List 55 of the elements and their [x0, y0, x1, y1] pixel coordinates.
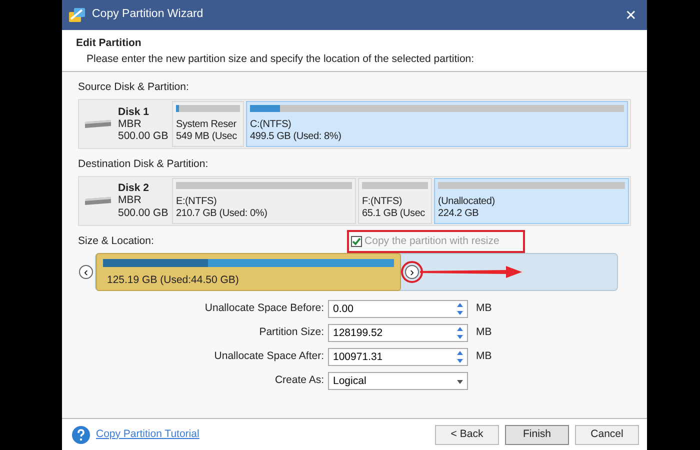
field-label: Unallocate Space After:: [213, 349, 325, 364]
field-label: Create As:: [274, 373, 325, 388]
partition-size: 125.19 GB (Used:44.50 GB): [107, 273, 239, 288]
spinner-icon[interactable]: [454, 301, 466, 318]
wizard-button[interactable]: Finish: [505, 424, 569, 444]
partition-size: 65.1 GB (Usec: [362, 208, 426, 220]
field-label: Partition Size:: [258, 325, 325, 340]
partition-name: (Unallocated): [438, 196, 496, 208]
partition-size: 210.7 GB (Used: 0%): [176, 208, 268, 220]
section-title: Edit Partition: [76, 36, 142, 51]
disk-size: 500.00 GB: [118, 206, 168, 219]
section-label: Destination Disk & Partition:: [78, 156, 210, 172]
unit-label: MB: [476, 301, 492, 316]
unit-label: MB: [476, 349, 492, 364]
partition-block[interactable]: C:(NTFS) 499.5 GB (Used: 8%): [246, 100, 628, 147]
left-resize-button[interactable]: ‹: [79, 265, 93, 280]
partition-block[interactable]: System Reser 549 MB (Usec: [172, 100, 244, 147]
instruction-text: Please enter the new partition size and specify the location of the selected partition:: [86, 52, 476, 67]
field-label: Unallocate Space Before:: [204, 301, 325, 316]
spinner-icon[interactable]: [454, 325, 466, 342]
partition-block[interactable]: F:(NTFS) 65.1 GB (Usec: [358, 178, 432, 224]
wizard-icon: [68, 7, 86, 23]
disk-type: MBR: [118, 118, 142, 130]
unit-label: MB: [476, 325, 492, 340]
hard-drive-icon: [84, 196, 112, 206]
partition-name: C:(NTFS): [250, 118, 292, 131]
window-title: Copy Partition Wizard: [92, 7, 204, 22]
section-label: Size & Location:: [78, 234, 154, 248]
wizard-button[interactable]: Cancel: [575, 424, 639, 444]
partition-name: F:(NTFS): [362, 196, 404, 208]
partition-handle[interactable]: 125.19 GB (Used:44.50 GB): [96, 253, 401, 292]
size-field[interactable]: 100971.31: [328, 348, 468, 366]
partition-size: 549 MB (Usec: [176, 130, 238, 143]
partition-name: System Reser: [176, 118, 238, 131]
partition-block[interactable]: (Unallocated) 224.2 GB: [434, 178, 629, 224]
disk-name: Disk 1: [118, 106, 150, 118]
close-button[interactable]: ✕: [621, 4, 641, 26]
disk-type: MBR: [118, 194, 142, 207]
wizard-button[interactable]: < Back: [435, 424, 499, 444]
checkmark-icon: [352, 236, 361, 246]
spinner-icon[interactable]: [454, 349, 466, 366]
hard-drive-icon: [84, 118, 112, 129]
partition-block[interactable]: E:(NTFS) 210.7 GB (Used: 0%): [172, 178, 356, 224]
partition-size: 499.5 GB (Used: 8%): [250, 130, 342, 143]
partition-size: 224.2 GB: [438, 208, 480, 220]
disk-name: Disk 2: [118, 182, 150, 194]
help-icon[interactable]: [72, 426, 90, 444]
tutorial-link[interactable]: Copy Partition Tutorial: [96, 426, 200, 442]
size-field[interactable]: 128199.52: [328, 324, 468, 342]
section-label: Source Disk & Partition:: [78, 80, 190, 95]
disk-size: 500.00 GB: [118, 130, 168, 142]
usage-bar: [176, 104, 240, 112]
size-field[interactable]: 0.00: [328, 300, 468, 318]
partition-name: E:(NTFS): [176, 196, 218, 208]
create-as-dropdown[interactable]: Logical: [328, 372, 468, 390]
